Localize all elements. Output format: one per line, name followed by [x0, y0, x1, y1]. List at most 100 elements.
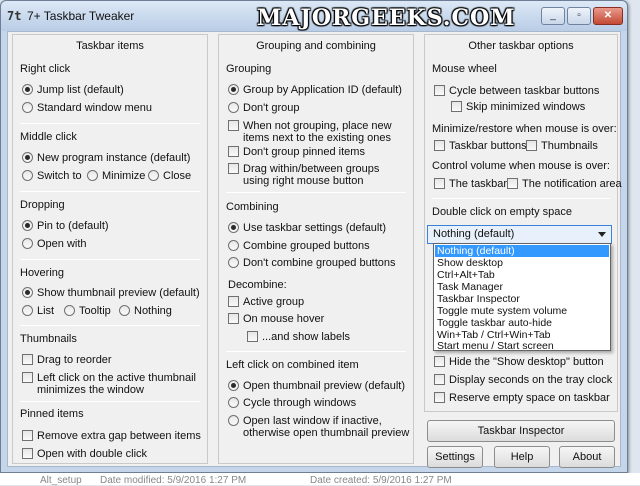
divider [226, 351, 406, 352]
checkbox-thumbnails[interactable]: Thumbnails [526, 140, 598, 152]
option-label: Active group [243, 296, 305, 308]
checkbox-show-labels[interactable]: ...and show labels [247, 331, 350, 343]
radio-icon [22, 305, 33, 316]
about-button[interactable]: About [559, 446, 615, 468]
radio-icon [22, 238, 33, 249]
divider [20, 123, 200, 124]
radio-list[interactable]: List [22, 305, 54, 317]
radio-nothing[interactable]: Nothing [119, 305, 172, 317]
label-line: items next to the existing ones [243, 132, 391, 144]
dropdown-option[interactable]: Task Manager [435, 281, 609, 293]
option-label: Standard window menu [37, 102, 152, 114]
option-label: When not grouping, place new items next t… [243, 120, 392, 144]
radio-open-last-window[interactable]: Open last window if inactive, otherwise o… [228, 415, 409, 439]
radio-jump-list[interactable]: Jump list (default) [22, 84, 124, 96]
section-title: Control volume when mouse is over: [432, 160, 610, 172]
maximize-button[interactable]: ▫ [567, 7, 591, 25]
checkbox-the-taskbar[interactable]: The taskbar [434, 178, 507, 190]
label-line: When not grouping, place new [243, 120, 392, 132]
radio-icon [22, 152, 33, 163]
checkbox-place-next-to-existing[interactable]: When not grouping, place new items next t… [228, 120, 392, 144]
checkbox-icon [228, 120, 239, 131]
minimize-button[interactable]: _ [541, 7, 565, 25]
checkbox-icon [228, 296, 239, 307]
radio-standard-window-menu[interactable]: Standard window menu [22, 102, 152, 114]
option-label: Cycle between taskbar buttons [449, 85, 600, 97]
double-click-action-select[interactable]: Nothing (default) [427, 225, 612, 244]
dropdown-option[interactable]: Ctrl+Alt+Tab [435, 269, 609, 281]
option-label: Hide the "Show desktop" button [449, 356, 604, 368]
checkbox-cycle-taskbar-buttons[interactable]: Cycle between taskbar buttons [434, 85, 599, 97]
radio-cycle-through-windows[interactable]: Cycle through windows [228, 397, 356, 409]
radio-open-thumbnail-preview[interactable]: Open thumbnail preview (default) [228, 380, 405, 392]
dropdown-option[interactable]: Toggle taskbar auto-hide [435, 317, 609, 329]
title-bar[interactable]: 7t 7+ Taskbar Tweaker MAJORGEEKS.COM _ ▫… [1, 1, 627, 31]
radio-icon [22, 102, 33, 113]
panel-header: Taskbar items [76, 40, 144, 52]
divider [432, 198, 610, 199]
background-file-name: Alt_setup [40, 475, 82, 486]
checkbox-on-mouse-hover[interactable]: On mouse hover [228, 313, 324, 325]
radio-icon [228, 415, 239, 426]
option-label: Reserve empty space on taskbar [449, 392, 610, 404]
radio-new-program-instance[interactable]: New program instance (default) [22, 152, 190, 164]
radio-pin-to[interactable]: Pin to (default) [22, 220, 109, 232]
radio-close[interactable]: Close [148, 170, 191, 182]
settings-button[interactable]: Settings [427, 446, 483, 468]
radio-icon [22, 220, 33, 231]
checkbox-skip-minimized[interactable]: Skip minimized windows [451, 101, 585, 113]
checkbox-dont-group-pinned[interactable]: Don't group pinned items [228, 146, 365, 158]
divider [226, 192, 406, 193]
checkbox-active-group[interactable]: Active group [228, 296, 304, 308]
radio-minimize[interactable]: Minimize [87, 170, 145, 182]
dropdown-option[interactable]: Show desktop [435, 257, 609, 269]
radio-tooltip[interactable]: Tooltip [64, 305, 111, 317]
section-title: Combining [226, 201, 279, 213]
radio-icon [228, 257, 239, 268]
label-line: minimizes the window [37, 384, 144, 396]
checkbox-drag-to-reorder[interactable]: Drag to reorder [22, 354, 112, 366]
checkbox-drag-right-mouse[interactable]: Drag within/between groups using right mo… [228, 163, 379, 187]
option-label: Combine grouped buttons [243, 240, 370, 252]
close-button[interactable]: ✕ [593, 7, 623, 25]
taskbar-items-panel: Taskbar items Right click Jump list (def… [12, 34, 208, 464]
section-title: Dropping [20, 199, 65, 211]
checkbox-taskbar-buttons[interactable]: Taskbar buttons [434, 140, 527, 152]
radio-icon [228, 397, 239, 408]
checkbox-notification-area[interactable]: The notification area [507, 178, 622, 190]
radio-show-thumbnail-preview[interactable]: Show thumbnail preview (default) [22, 287, 200, 299]
taskbar-inspector-button[interactable]: Taskbar Inspector [427, 420, 615, 442]
label-line: Left click on the active thumbnail [37, 372, 196, 384]
checkbox-hide-show-desktop[interactable]: Hide the "Show desktop" button [434, 356, 604, 368]
radio-combine-grouped[interactable]: Combine grouped buttons [228, 240, 370, 252]
option-label: Display seconds on the tray clock [449, 374, 613, 386]
radio-dont-combine[interactable]: Don't combine grouped buttons [228, 257, 396, 269]
checkbox-display-seconds[interactable]: Display seconds on the tray clock [434, 374, 612, 386]
radio-switch-to[interactable]: Switch to [22, 170, 82, 182]
section-title: Minimize/restore when mouse is over: [432, 123, 617, 135]
option-label: Drag to reorder [37, 354, 112, 366]
dropdown-option[interactable]: Taskbar Inspector [435, 293, 609, 305]
option-label: Switch to [37, 170, 82, 182]
help-button[interactable]: Help [494, 446, 550, 468]
option-label: Drag within/between groups using right mo… [243, 163, 379, 187]
dropdown-option[interactable]: Toggle mute system volume [435, 305, 609, 317]
radio-dont-group[interactable]: Don't group [228, 102, 300, 114]
checkbox-icon [22, 372, 33, 383]
radio-open-with[interactable]: Open with [22, 238, 87, 250]
dropdown-option[interactable]: Nothing (default) [435, 245, 609, 257]
dropdown-option[interactable]: Start menu / Start screen [435, 340, 609, 352]
radio-group-by-app-id[interactable]: Group by Application ID (default) [228, 84, 402, 96]
option-label: Remove extra gap between items [37, 430, 201, 442]
checkbox-left-click-minimizes[interactable]: Left click on the active thumbnail minimi… [22, 372, 196, 396]
checkbox-remove-extra-gap[interactable]: Remove extra gap between items [22, 430, 201, 442]
panel-header: Grouping and combining [256, 40, 376, 52]
double-click-action-list: Nothing (default) Show desktop Ctrl+Alt+… [433, 243, 611, 352]
section-title: Middle click [20, 131, 77, 143]
option-label: The taskbar [449, 178, 508, 190]
checkbox-open-double-click[interactable]: Open with double click [22, 448, 147, 460]
checkbox-reserve-empty-space[interactable]: Reserve empty space on taskbar [434, 392, 610, 404]
label-line: Open last window if inactive, [243, 415, 382, 427]
radio-use-taskbar-settings[interactable]: Use taskbar settings (default) [228, 222, 386, 234]
checkbox-icon [434, 85, 445, 96]
